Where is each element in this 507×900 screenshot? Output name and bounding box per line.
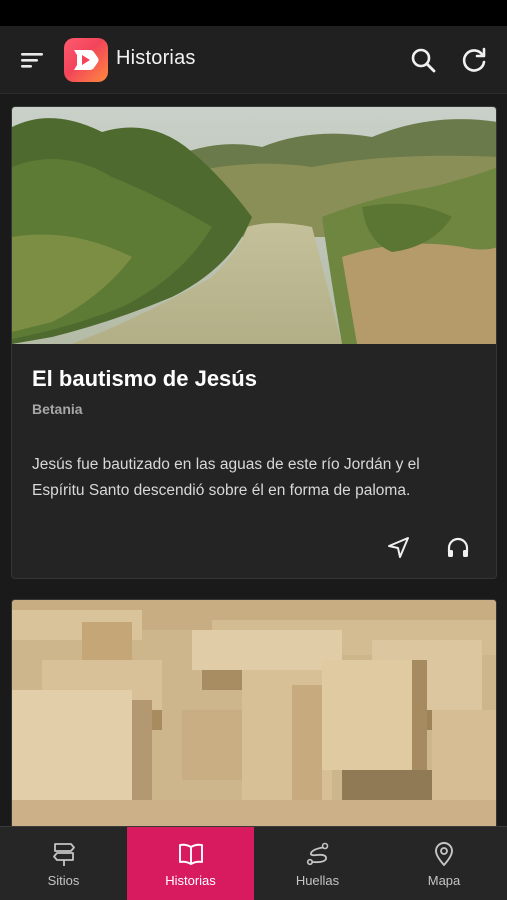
open-book-icon — [178, 843, 203, 865]
nav-label: Mapa — [427, 873, 461, 888]
story-card[interactable] — [11, 599, 497, 826]
navigate-icon — [388, 537, 409, 558]
nav-item-historias[interactable]: Historias — [127, 827, 254, 900]
search-icon — [411, 48, 436, 73]
navigate-button[interactable] — [386, 535, 412, 561]
ruins-photo — [12, 600, 496, 826]
refresh-icon — [462, 47, 486, 72]
menu-icon — [21, 53, 43, 68]
path-icon — [306, 842, 328, 866]
stories-list[interactable]: El bautismo de Jesús Betania Jesús fue b… — [0, 95, 507, 826]
nav-item-mapa[interactable]: Mapa — [381, 827, 507, 900]
nav-item-sitios[interactable]: Sitios — [0, 827, 127, 900]
play-bubble-icon — [74, 50, 99, 70]
search-button[interactable] — [409, 46, 437, 74]
audio-button[interactable] — [445, 535, 471, 561]
nav-label: Historias — [165, 873, 216, 888]
signpost-icon — [52, 843, 75, 866]
app-bar: Historias — [0, 26, 507, 94]
app-logo — [64, 38, 108, 82]
story-card[interactable]: El bautismo de Jesús Betania Jesús fue b… — [11, 106, 497, 579]
nav-item-huellas[interactable]: Huellas — [254, 827, 381, 900]
app-title: Historias — [116, 47, 196, 69]
status-bar — [0, 0, 507, 26]
menu-button[interactable] — [18, 46, 46, 74]
bottom-navigation: Sitios Historias Huellas Mapa — [0, 826, 507, 900]
refresh-button[interactable] — [460, 46, 488, 74]
story-description: Jesús fue bautizado en las aguas de este… — [32, 456, 420, 499]
nav-label: Sitios — [47, 873, 80, 888]
story-title: El bautismo de Jesús — [32, 366, 257, 391]
nav-label: Huellas — [295, 873, 340, 888]
map-pin-icon — [435, 842, 453, 866]
story-location: Betania — [32, 401, 83, 417]
river-jordan-photo — [12, 107, 496, 344]
headphones-icon — [447, 537, 469, 557]
